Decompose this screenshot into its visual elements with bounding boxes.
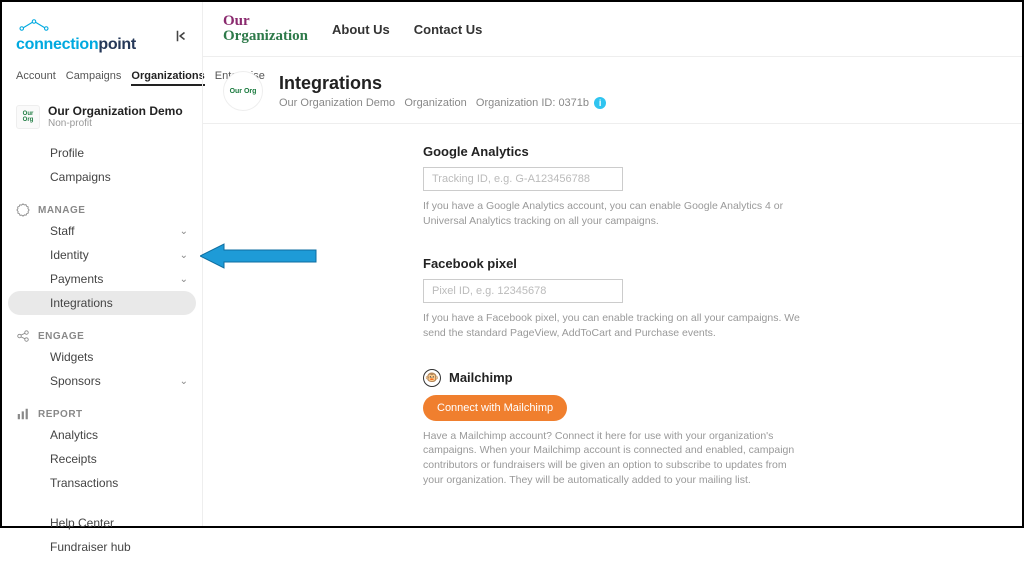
org-header-avatar: Our Org (223, 71, 263, 111)
org-type: Non-profit (48, 118, 183, 129)
mailchimp-icon: 🐵 (423, 369, 441, 387)
fb-description: If you have a Facebook pixel, you can en… (423, 311, 803, 340)
topbar-link-contact[interactable]: Contact Us (414, 22, 483, 37)
sidebar-item-staff[interactable]: Staff⌄ (2, 219, 202, 243)
sidebar-item-transactions[interactable]: Transactions (2, 471, 202, 495)
chevron-down-icon: ⌄ (180, 226, 188, 237)
page-title: Integrations (279, 73, 606, 94)
chevron-down-icon: ⌄ (180, 250, 188, 261)
ga-tracking-id-input[interactable] (423, 167, 623, 191)
sidebar-item-sponsors[interactable]: Sponsors⌄ (2, 369, 202, 393)
section-google-analytics: Google Analytics If you have a Google An… (423, 144, 803, 228)
annotation-arrow (200, 242, 320, 270)
sidebar-item-campaigns[interactable]: Campaigns (2, 165, 202, 189)
chevron-down-icon: ⌄ (180, 376, 188, 387)
org-avatar: Our Org (16, 105, 40, 129)
connect-mailchimp-button[interactable]: Connect with Mailchimp (423, 395, 567, 421)
info-icon[interactable]: i (594, 97, 606, 109)
sidebar-item-help-center[interactable]: Help Center (2, 511, 202, 535)
sidebar-item-receipts[interactable]: Receipts (2, 447, 202, 471)
sidebar-item-fundraiser-hub[interactable]: Fundraiser hub (2, 535, 202, 559)
org-topbar: Our Organization About Us Contact Us (203, 2, 1022, 57)
connectionpoint-logo: connectionpoint (16, 18, 136, 54)
content-area: Google Analytics If you have a Google An… (203, 124, 1022, 536)
tab-organizations[interactable]: Organizations (131, 70, 204, 86)
engage-icon (16, 329, 30, 343)
sidebar-item-profile[interactable]: Profile (2, 141, 202, 165)
fb-pixel-id-input[interactable] (423, 279, 623, 303)
logo-row: connectionpoint (2, 12, 202, 68)
tab-account[interactable]: Account (16, 70, 56, 86)
ga-description: If you have a Google Analytics account, … (423, 199, 803, 228)
sidebar-item-widgets[interactable]: Widgets (2, 345, 202, 369)
main-panel: Our Organization About Us Contact Us Our… (202, 2, 1022, 526)
section-facebook-pixel: Facebook pixel If you have a Facebook pi… (423, 256, 803, 340)
sidebar-item-analytics[interactable]: Analytics (2, 423, 202, 447)
topbar-link-about[interactable]: About Us (332, 22, 390, 37)
mc-description: Have a Mailchimp account? Connect it her… (423, 429, 803, 488)
org-selector[interactable]: Our Org Our Organization Demo Non-profit (2, 94, 202, 137)
sidebar-item-payments[interactable]: Payments⌄ (2, 267, 202, 291)
fb-title: Facebook pixel (423, 256, 803, 271)
mc-title: 🐵 Mailchimp (423, 369, 803, 387)
settings-icon (16, 203, 30, 217)
sidebar-item-integrations[interactable]: Integrations (8, 291, 196, 315)
ga-title: Google Analytics (423, 144, 803, 159)
sidebar-item-identity[interactable]: Identity⌄ (2, 243, 202, 267)
section-mailchimp: 🐵 Mailchimp Connect with Mailchimp Have … (423, 369, 803, 488)
account-tabs: Account Campaigns Organizations Enterpri… (2, 68, 202, 94)
tab-campaigns[interactable]: Campaigns (66, 70, 122, 86)
sidebar-section-engage: ENGAGE (2, 323, 202, 345)
page-header: Our Org Integrations Our Organization De… (203, 57, 1022, 124)
sidebar-section-report: REPORT (2, 401, 202, 423)
org-name: Our Organization Demo (48, 104, 183, 118)
report-icon (16, 407, 30, 421)
org-brand-logo: Our Organization (223, 14, 308, 44)
breadcrumb: Our Organization Demo Organization Organ… (279, 97, 606, 109)
sidebar-section-manage: MANAGE (2, 197, 202, 219)
sidebar: connectionpoint Account Campaigns Organi… (2, 2, 202, 526)
chevron-down-icon: ⌄ (180, 274, 188, 285)
collapse-sidebar-icon[interactable] (174, 29, 188, 43)
